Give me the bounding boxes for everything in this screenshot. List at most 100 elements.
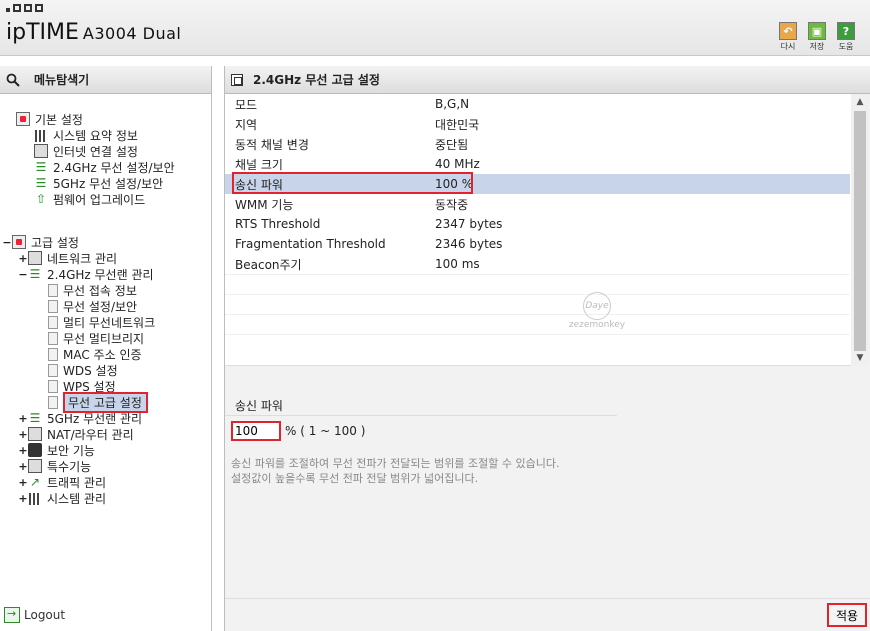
settings-list: 모드 B,G,N 지역 대한민국 동적 채널 변경 중단됨 채널 크기 40 M… (225, 94, 851, 366)
tree-internet-setup[interactable]: 인터넷 연결 설정 (34, 143, 138, 159)
row-key: WMM 기능 (235, 197, 294, 212)
undo-button[interactable]: ↶ 다시 (778, 22, 798, 52)
tree-wireless-access-info[interactable]: 무선 접속 정보 (48, 282, 137, 298)
traffic-icon: ↗ (29, 475, 41, 489)
collapse-icon[interactable]: − (18, 268, 28, 281)
tree-24ghz-wlan-mgmt[interactable]: − ☰ 2.4GHz 무선랜 관리 (18, 266, 154, 282)
logout-label: Logout (24, 608, 66, 622)
tree-label: 2.4GHz 무선 설정/보안 (53, 160, 175, 175)
expand-icon[interactable]: + (18, 252, 28, 265)
row-key: 채널 크기 (235, 157, 283, 172)
page-icon (48, 347, 58, 361)
tree-mac-auth[interactable]: MAC 주소 인증 (48, 346, 142, 362)
logout-button[interactable]: Logout (4, 607, 65, 623)
row-key: 지역 (235, 117, 258, 132)
tree-label: 트래픽 관리 (47, 475, 107, 490)
tree-label: 멀티 무선네트워크 (63, 315, 156, 330)
help-button[interactable]: ? 도움 (836, 22, 856, 52)
tree-firmware-upgrade[interactable]: ⇧ 펌웨어 업그레이드 (34, 191, 145, 207)
power-field-row: % ( 1 ~ 100 ) (231, 421, 365, 441)
brand-logo: ipTIME A3004 Dual (6, 20, 181, 45)
tree-wireless-advanced[interactable]: 무선 고급 설정 (48, 391, 148, 413)
tree-basic-settings[interactable]: 기본 설정 (16, 111, 83, 127)
row-value: 대한민국 (435, 117, 480, 132)
description-line: 설정값이 높을수록 무선 전파 전달 범위가 넓어집니다. (231, 472, 479, 485)
tree-system-mgmt[interactable]: + 시스템 관리 (18, 490, 106, 506)
page-icon (48, 379, 58, 393)
undo-label: 다시 (780, 42, 796, 51)
collapse-icon[interactable]: − (2, 236, 12, 249)
tree-nat-router[interactable]: + NAT/라우터 관리 (18, 426, 134, 442)
tree-label: 네트워크 관리 (47, 251, 118, 266)
settings-row[interactable]: 동적 채널 변경 중단됨 (225, 134, 850, 154)
watermark-logo: Daye (583, 292, 611, 320)
apply-button[interactable]: 적용 (827, 603, 867, 627)
expand-icon[interactable]: + (18, 460, 28, 473)
settings-row[interactable]: 지역 대한민국 (225, 114, 850, 134)
tree-system-summary[interactable]: 시스템 요약 정보 (34, 127, 138, 143)
tree-label: 고급 설정 (31, 235, 79, 250)
section-label: 송신 파워 (235, 399, 283, 413)
lock-icon (28, 443, 42, 457)
settings-row[interactable]: RTS Threshold 2347 bytes (225, 214, 850, 234)
folder-icon (12, 235, 26, 249)
tree-wireless-security[interactable]: 무선 설정/보안 (48, 298, 137, 314)
tree-wds[interactable]: WDS 설정 (48, 362, 118, 378)
settings-row[interactable]: Fragmentation Threshold 2346 bytes (225, 234, 850, 254)
wifi-icon: ☰ (29, 267, 41, 281)
tree-advanced-settings[interactable]: − 고급 설정 (2, 234, 79, 250)
save-button[interactable]: ▣ 저장 (807, 22, 827, 52)
menu-explorer-label: 메뉴탐색기 (34, 73, 90, 87)
tree-network-mgmt[interactable]: + 네트워크 관리 (18, 250, 117, 266)
expand-icon[interactable]: + (18, 492, 28, 505)
expand-icon[interactable]: + (18, 412, 28, 425)
row-value: 2347 bytes (435, 217, 503, 231)
tree-traffic[interactable]: + ↗ 트래픽 관리 (18, 474, 106, 490)
expand-icon[interactable]: + (18, 444, 28, 457)
content-panel: 2.4GHz 무선 고급 설정 모드 B,G,N 지역 대한민국 동적 채널 변… (224, 66, 870, 631)
tree-special[interactable]: + 특수기능 (18, 458, 91, 474)
scroll-thumb[interactable] (854, 111, 866, 351)
tree-24ghz-setup[interactable]: ☰ 2.4GHz 무선 설정/보안 (34, 159, 175, 175)
row-value: B,G,N (435, 97, 470, 111)
tree-label: 2.4GHz 무선랜 관리 (47, 267, 154, 282)
vertical-scrollbar[interactable]: ▲ ▼ (851, 94, 869, 366)
row-key: Beacon주기 (235, 257, 302, 272)
tree-label: 인터넷 연결 설정 (53, 144, 138, 159)
help-icon: ? (837, 22, 855, 40)
scroll-up-icon[interactable]: ▲ (851, 94, 869, 110)
settings-row[interactable]: WMM 기능 동작중 (225, 194, 850, 214)
folder-icon (16, 112, 30, 126)
tree-multi-bridge[interactable]: 무선 멀티브리지 (48, 330, 144, 346)
description: 송신 파워를 조절하여 무선 전파가 전달되는 범위를 조절할 수 있습니다. … (231, 456, 851, 486)
page-icon (48, 315, 58, 329)
settings-row[interactable]: 모드 B,G,N (225, 94, 850, 114)
header-buttons: ↶ 다시 ▣ 저장 ? 도움 (778, 22, 856, 52)
tree-multi-ssid[interactable]: 멀티 무선네트워크 (48, 314, 155, 330)
page-icon (48, 283, 58, 297)
row-key: 동적 채널 변경 (235, 137, 309, 152)
empty-row (225, 314, 850, 334)
row-value: 40 MHz (435, 157, 480, 171)
logout-icon (4, 607, 20, 623)
settings-row[interactable]: 채널 크기 40 MHz (225, 154, 850, 174)
tree-5ghz-setup[interactable]: ☰ 5GHz 무선 설정/보안 (34, 175, 164, 191)
description-line: 송신 파워를 조절하여 무선 전파가 전달되는 범위를 조절할 수 있습니다. (231, 457, 560, 470)
tree-label: 시스템 요약 정보 (53, 128, 138, 143)
expand-icon[interactable]: + (18, 428, 28, 441)
tree-label: 5GHz 무선 설정/보안 (53, 176, 164, 191)
tx-power-input[interactable] (231, 421, 281, 441)
settings-row[interactable]: Beacon주기 100 ms (225, 254, 850, 274)
tree-security[interactable]: + 보안 기능 (18, 442, 95, 458)
row-key: 모드 (235, 97, 258, 112)
tree-label: 5GHz 무선랜 관리 (47, 411, 143, 426)
section-header: 송신 파워 (225, 396, 617, 416)
row-key: RTS Threshold (235, 217, 321, 231)
scroll-down-icon[interactable]: ▼ (851, 350, 869, 366)
expand-icon[interactable]: + (18, 476, 28, 489)
tree-5ghz-wlan-mgmt[interactable]: + ☰ 5GHz 무선랜 관리 (18, 410, 142, 426)
tree-label: 무선 설정/보안 (63, 299, 138, 314)
brand-name: ipTIME (6, 20, 79, 45)
row-key: Fragmentation Threshold (235, 237, 386, 251)
save-icon: ▣ (808, 22, 826, 40)
